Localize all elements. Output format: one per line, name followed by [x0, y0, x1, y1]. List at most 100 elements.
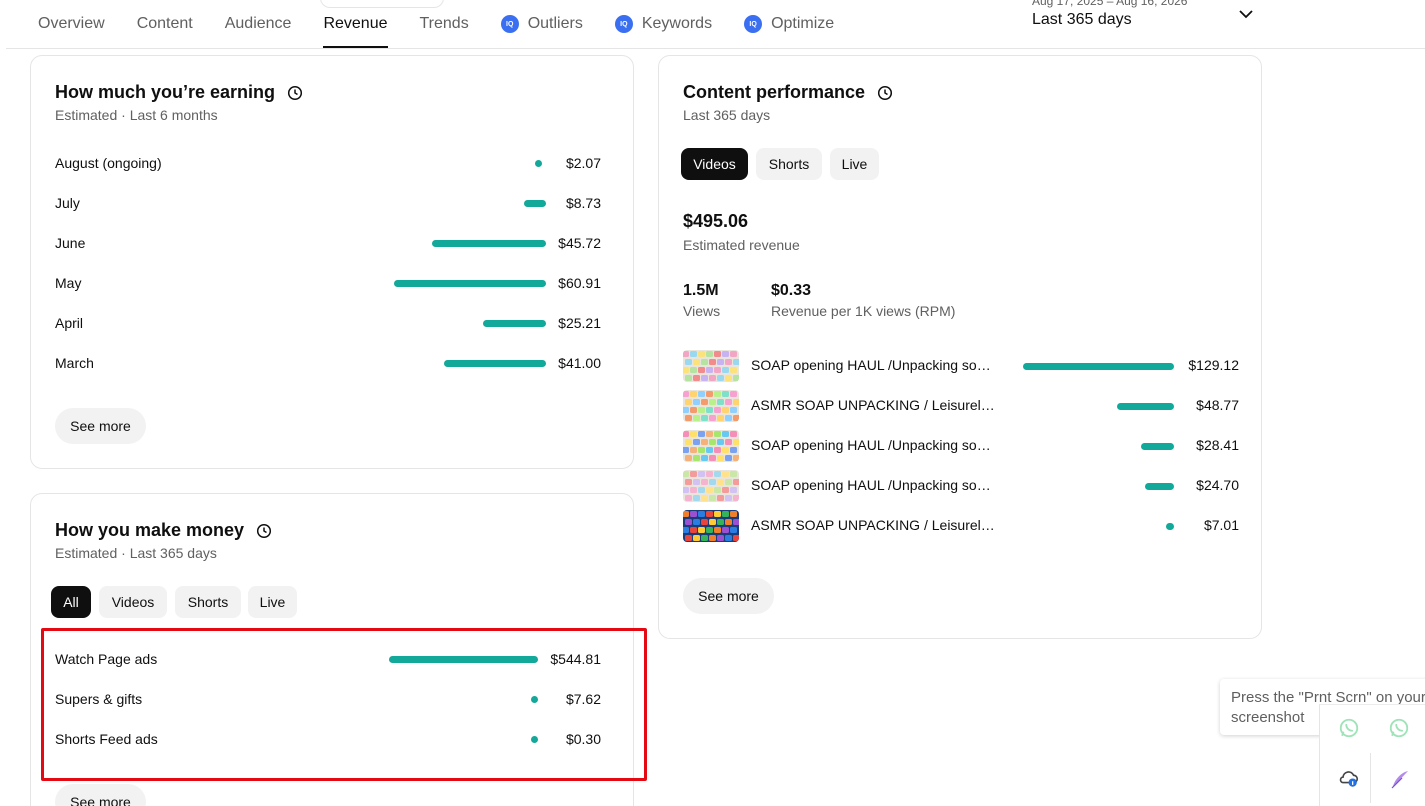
- earning-row-label: June: [55, 235, 86, 251]
- cloud-info-icon[interactable]: [1338, 767, 1360, 789]
- tab-trends[interactable]: Trends: [420, 0, 469, 48]
- tab-content[interactable]: Content: [137, 0, 193, 48]
- tab-keywords[interactable]: IQ Keywords: [614, 0, 713, 48]
- chip-shorts[interactable]: Shorts: [175, 586, 241, 618]
- chip-live[interactable]: Live: [830, 148, 879, 180]
- tab-revenue[interactable]: Revenue: [323, 0, 388, 48]
- earning-bar: [394, 279, 546, 287]
- clock-icon[interactable]: [877, 85, 893, 101]
- video-thumbnail[interactable]: [683, 390, 739, 422]
- tab-label: Audience: [224, 15, 292, 32]
- earning-card: How much you’re earning Estimated · Last…: [30, 55, 634, 469]
- earning-row: August (ongoing) $2.07: [55, 153, 601, 173]
- video-revenue-bar: [1165, 523, 1174, 530]
- whatsapp-icon[interactable]: [1388, 717, 1410, 739]
- card-title: How much you’re earning: [55, 82, 303, 103]
- top-nav: Overview Content Audience Revenue Trends…: [0, 0, 1425, 49]
- video-thumbnail[interactable]: [683, 350, 739, 382]
- video-revenue-bar: [1023, 363, 1174, 370]
- see-more-button[interactable]: See more: [55, 408, 146, 444]
- chip-live[interactable]: Live: [248, 586, 297, 618]
- revenue-source-label: Supers & gifts: [55, 691, 143, 707]
- earning-row: April $25.21: [55, 313, 601, 333]
- revenue-source-bar: [389, 655, 538, 663]
- earning-row: July $8.73: [55, 193, 601, 213]
- tab-overview[interactable]: Overview: [38, 0, 105, 48]
- video-row[interactable]: ASMR SOAP UNPACKING / Leisurely … $48.77: [683, 390, 1239, 422]
- earning-row-value: $25.21: [558, 315, 601, 331]
- card-title: Content performance: [683, 82, 893, 103]
- video-title[interactable]: ASMR SOAP UNPACKING / Leisurely …: [751, 517, 995, 533]
- earning-bar: [431, 239, 546, 247]
- video-title[interactable]: SOAP opening HAUL /Unpacking soa…: [751, 357, 995, 373]
- vidiq-badge-icon: IQ: [744, 15, 763, 33]
- analytics-tabs: Overview Content Audience Revenue Trends…: [38, 0, 866, 48]
- chip-all[interactable]: All: [51, 586, 91, 618]
- estimated-revenue-label: Estimated revenue: [683, 237, 800, 253]
- whatsapp-icon[interactable]: [1338, 717, 1360, 739]
- earning-row-label: August (ongoing): [55, 155, 162, 171]
- tab-label: Overview: [38, 15, 105, 32]
- earning-row-value: $8.73: [565, 195, 601, 211]
- video-revenue-value: $24.70: [1196, 477, 1239, 493]
- see-more-button[interactable]: See more: [55, 784, 146, 806]
- chip-shorts[interactable]: Shorts: [756, 148, 822, 180]
- earning-row-value: $2.07: [565, 155, 601, 171]
- content-performance-card: Content performance Last 365 days Videos…: [658, 55, 1262, 639]
- tab-optimize[interactable]: IQ Optimize: [744, 0, 834, 48]
- video-row[interactable]: SOAP opening HAUL /Unpacking soa… $129.12: [683, 350, 1239, 382]
- chip-videos[interactable]: Videos: [99, 586, 167, 618]
- revenue-source-row: Shorts Feed ads $0.30: [55, 729, 601, 749]
- earning-row-label: May: [55, 275, 82, 291]
- video-title[interactable]: SOAP opening HAUL /Unpacking soa…: [751, 477, 995, 493]
- date-range-selector[interactable]: Aug 17, 2025 – Aug 16, 2026 Last 365 day…: [1032, 0, 1262, 34]
- nav-divider: [6, 48, 1425, 49]
- video-revenue-value: $48.77: [1196, 397, 1239, 413]
- earning-bar: [443, 359, 546, 367]
- feather-pen-icon[interactable]: [1388, 767, 1412, 791]
- revenue-source-value: $0.30: [565, 731, 601, 747]
- video-thumbnail[interactable]: [683, 510, 739, 542]
- revenue-source-row: Watch Page ads $544.81: [55, 649, 601, 669]
- chip-videos[interactable]: Videos: [681, 148, 748, 180]
- clock-icon[interactable]: [287, 85, 303, 101]
- video-row[interactable]: ASMR SOAP UNPACKING / Leisurely … $7.01: [683, 510, 1239, 542]
- video-row[interactable]: SOAP opening HAUL /Unpacking soa… $24.70: [683, 470, 1239, 502]
- see-more-button[interactable]: See more: [683, 578, 774, 614]
- tab-audience[interactable]: Audience: [225, 0, 292, 48]
- video-revenue-bar: [1145, 483, 1174, 490]
- earning-row-label: July: [55, 195, 80, 211]
- tab-label: Outliers: [527, 15, 583, 32]
- card-subtitle: Last 365 days: [683, 107, 771, 123]
- revenue-source-value: $7.62: [565, 691, 601, 707]
- tab-label: Trends: [419, 15, 469, 32]
- money-card: How you make money Estimated · Last 365 …: [30, 493, 634, 806]
- rpm-value: $0.33: [771, 282, 812, 299]
- card-subtitle: Estimated · Last 6 months: [55, 107, 218, 123]
- chevron-down-icon: [1239, 10, 1253, 19]
- earning-row-value: $60.91: [558, 275, 601, 291]
- video-thumbnail[interactable]: [683, 470, 739, 502]
- tab-label: Keywords: [641, 15, 713, 32]
- clock-icon[interactable]: [256, 523, 272, 539]
- card-title: How you make money: [55, 520, 272, 541]
- revenue-source-label: Watch Page ads: [55, 651, 158, 667]
- video-title[interactable]: ASMR SOAP UNPACKING / Leisurely …: [751, 397, 995, 413]
- earning-row-label: March: [55, 355, 94, 371]
- revenue-source-value: $544.81: [550, 651, 601, 667]
- tab-label: Optimize: [771, 15, 835, 32]
- video-title[interactable]: SOAP opening HAUL /Unpacking soa…: [751, 437, 995, 453]
- tab-outliers[interactable]: IQ Outliers: [500, 0, 583, 48]
- date-range-label: Last 365 days: [1032, 11, 1132, 28]
- video-row[interactable]: SOAP opening HAUL /Unpacking soa… $28.41: [683, 430, 1239, 462]
- vidiq-badge-icon: IQ: [614, 15, 633, 33]
- revenue-source-bar: [531, 735, 538, 743]
- revenue-source-bar: [531, 695, 538, 703]
- tab-label: Revenue: [323, 15, 388, 32]
- video-revenue-bar: [1140, 443, 1174, 450]
- video-thumbnail[interactable]: [683, 430, 739, 462]
- tab-label: Content: [136, 15, 193, 32]
- earning-row-value: $45.72: [558, 235, 601, 251]
- video-revenue-bar: [1116, 403, 1174, 410]
- earning-bar: [524, 199, 546, 207]
